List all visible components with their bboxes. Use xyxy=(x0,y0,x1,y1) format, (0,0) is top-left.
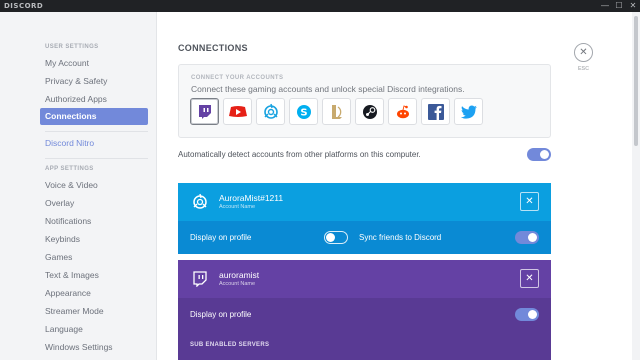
toggle-knob xyxy=(528,233,537,242)
sub-enabled-servers-header: SUB ENABLED SERVERS xyxy=(190,342,270,348)
connect-youtube-button[interactable] xyxy=(223,98,252,125)
reddit-icon xyxy=(396,104,409,118)
close-icon: ✕ xyxy=(525,196,534,207)
toggle-knob xyxy=(326,233,335,242)
close-icon: ✕ xyxy=(525,273,534,284)
connect-accounts-description: Connect these gaming accounts and unlock… xyxy=(191,84,465,94)
league-of-legends-icon xyxy=(331,104,342,119)
app-settings-header: APP SETTINGS xyxy=(45,166,94,172)
connect-accounts-box: CONNECT YOUR ACCOUNTS Connect these gami… xyxy=(178,64,551,138)
connect-twitter-button[interactable] xyxy=(454,98,483,125)
minimize-button[interactable]: — xyxy=(598,0,612,12)
settings-sidebar: USER SETTINGS My Account Privacy & Safet… xyxy=(0,12,157,360)
skype-icon: S xyxy=(296,104,311,119)
battlenet-card-options: Display on profile Sync friends to Disco… xyxy=(178,221,551,254)
disconnect-battlenet-button[interactable]: ✕ xyxy=(520,192,539,211)
battlenet-card-header: AuroraMist#1211 Account Name ✕ xyxy=(178,183,551,221)
sidebar-item-text-images[interactable]: Text & Images xyxy=(40,267,148,284)
steam-icon xyxy=(362,104,377,119)
sidebar-item-streamer-mode[interactable]: Streamer Mode xyxy=(40,303,148,320)
battlenet-icon xyxy=(190,192,210,212)
connect-accounts-header: CONNECT YOUR ACCOUNTS xyxy=(191,75,284,81)
twitter-icon xyxy=(460,105,477,119)
twitch-display-label: Display on profile xyxy=(190,310,252,319)
close-settings-button[interactable]: ✕ xyxy=(574,43,593,62)
twitch-card-options: Display on profile xyxy=(178,298,551,360)
twitch-display-toggle[interactable] xyxy=(515,308,539,321)
connect-skype-button[interactable]: S xyxy=(289,98,318,125)
connect-twitch-button[interactable] xyxy=(190,98,219,125)
connect-facebook-button[interactable] xyxy=(421,98,450,125)
maximize-button[interactable]: ☐ xyxy=(612,0,626,12)
twitch-account-sublabel: Account Name xyxy=(219,281,256,287)
connect-battlenet-button[interactable] xyxy=(256,98,285,125)
sidebar-item-discord-nitro[interactable]: Discord Nitro xyxy=(40,135,148,152)
connect-reddit-button[interactable] xyxy=(388,98,417,125)
disconnect-twitch-button[interactable]: ✕ xyxy=(520,269,539,288)
sidebar-item-authorized-apps[interactable]: Authorized Apps xyxy=(40,91,148,108)
toggle-knob xyxy=(528,310,537,319)
sidebar-item-notifications[interactable]: Notifications xyxy=(40,213,148,230)
battlenet-connection-card: AuroraMist#1211 Account Name ✕ Display o… xyxy=(178,183,551,254)
battlenet-account-name: AuroraMist#1211 xyxy=(219,193,284,203)
close-window-button[interactable]: ✕ xyxy=(626,0,640,12)
battlenet-display-toggle[interactable] xyxy=(324,231,348,244)
auto-detect-toggle[interactable] xyxy=(527,148,551,161)
twitch-account-name: auroramist xyxy=(219,270,260,280)
twitch-icon xyxy=(198,104,211,119)
battlenet-sync-label: Sync friends to Discord xyxy=(359,233,442,242)
facebook-icon xyxy=(427,103,444,120)
window-controls: — ☐ ✕ xyxy=(598,0,640,12)
sidebar-divider xyxy=(45,158,148,159)
scrollbar-thumb[interactable] xyxy=(634,16,638,146)
battlenet-account-sublabel: Account Name xyxy=(219,204,256,210)
connect-steam-button[interactable] xyxy=(355,98,384,125)
sidebar-item-connections[interactable]: Connections xyxy=(40,108,148,125)
sidebar-item-keybinds[interactable]: Keybinds xyxy=(40,231,148,248)
page-title: CONNECTIONS xyxy=(178,43,248,53)
youtube-icon xyxy=(228,105,247,117)
sidebar-item-my-account[interactable]: My Account xyxy=(40,55,148,72)
sidebar-item-appearance[interactable]: Appearance xyxy=(40,285,148,302)
sidebar-item-privacy-safety[interactable]: Privacy & Safety xyxy=(40,73,148,90)
title-bar: DISCORD — ☐ ✕ xyxy=(0,0,640,12)
sidebar-divider xyxy=(45,131,148,132)
sidebar-item-overlay[interactable]: Overlay xyxy=(40,195,148,212)
auto-detect-label: Automatically detect accounts from other… xyxy=(178,150,421,159)
connections-panel: CONNECTIONS ✕ ESC CONNECT YOUR ACCOUNTS … xyxy=(158,12,632,360)
sidebar-item-windows-settings[interactable]: Windows Settings xyxy=(40,339,148,356)
twitch-connection-card: auroramist Account Name ✕ Display on pro… xyxy=(178,260,551,360)
twitch-icon xyxy=(190,269,210,289)
connect-league-of-legends-button[interactable] xyxy=(322,98,351,125)
sidebar-item-language[interactable]: Language xyxy=(40,321,148,338)
twitch-card-header: auroramist Account Name ✕ xyxy=(178,260,551,298)
svg-text:S: S xyxy=(300,107,307,118)
battlenet-display-label: Display on profile xyxy=(190,233,252,242)
user-settings-header: USER SETTINGS xyxy=(45,44,99,50)
battlenet-icon xyxy=(263,103,278,119)
esc-label: ESC xyxy=(577,66,590,72)
toggle-knob xyxy=(540,150,549,159)
sidebar-item-voice-video[interactable]: Voice & Video xyxy=(40,177,148,194)
discord-logo: DISCORD xyxy=(4,2,44,10)
close-icon: ✕ xyxy=(579,47,588,58)
battlenet-sync-toggle[interactable] xyxy=(515,231,539,244)
sidebar-item-games[interactable]: Games xyxy=(40,249,148,266)
service-buttons: S xyxy=(190,98,483,125)
